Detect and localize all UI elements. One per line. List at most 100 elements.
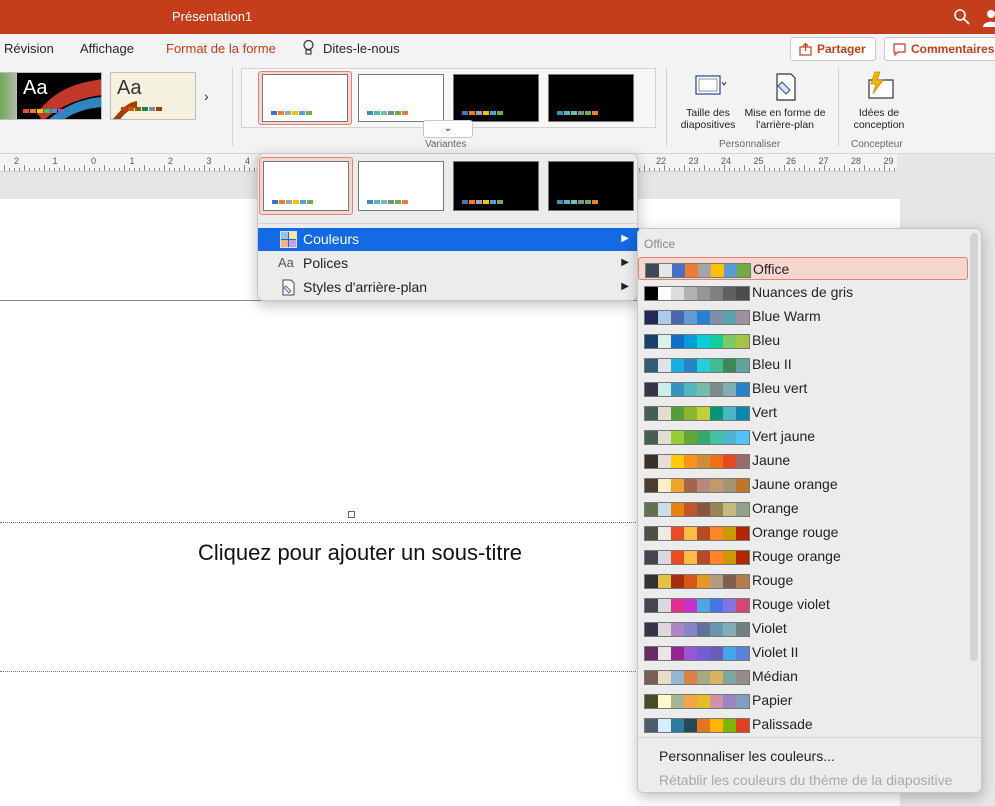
color-scheme-item[interactable]: Vert jaune — [638, 425, 970, 449]
color-swatch — [723, 671, 736, 684]
color-scheme-name: Jaune — [752, 452, 791, 468]
color-scheme-item[interactable]: Médian — [638, 665, 970, 689]
variant-2[interactable] — [358, 74, 444, 122]
color-scheme-item[interactable]: Office — [638, 257, 968, 280]
color-swatch — [736, 527, 749, 540]
color-scheme-item[interactable]: Orange rouge — [638, 521, 970, 545]
variants-more-button[interactable]: ⌄ — [423, 120, 473, 138]
ruler-number: 25 — [753, 156, 764, 166]
share-button[interactable]: Partager — [790, 37, 876, 61]
color-swatch — [684, 551, 697, 564]
color-swatch — [697, 527, 710, 540]
format-background-icon — [776, 73, 796, 101]
search-icon[interactable] — [953, 8, 971, 26]
color-swatch — [697, 407, 710, 420]
account-icon[interactable] — [982, 8, 995, 28]
color-swatch — [645, 455, 658, 468]
tab-affichage[interactable]: Affichage — [80, 41, 134, 56]
color-scheme-name: Rouge — [752, 572, 794, 588]
variant-1[interactable] — [262, 74, 348, 122]
variant-3[interactable] — [453, 74, 539, 122]
slide-size-label: Taille des diapositives — [680, 107, 736, 131]
ruler-tick — [109, 168, 110, 171]
theme-thumbnail-light[interactable]: Aa — [110, 72, 196, 120]
ruler-tick — [694, 168, 695, 171]
color-scheme-item[interactable]: Jaune — [638, 449, 970, 473]
variants-dropdown: Couleurs ▶ Aa Polices ▶ Styles d'arrière… — [257, 153, 639, 301]
design-ideas-icon — [868, 71, 894, 99]
menu-variant-1[interactable] — [263, 161, 349, 211]
color-swatch — [723, 695, 736, 708]
color-scheme-item[interactable]: Bleu II — [638, 353, 970, 377]
menu-item-polices[interactable]: Aa Polices ▶ — [258, 252, 639, 275]
tell-me-field[interactable]: Dites-le-nous — [323, 41, 400, 56]
color-scheme-name: Nuances de gris — [752, 284, 854, 300]
color-scheme-name: Orange rouge — [752, 524, 839, 540]
color-swatch — [710, 359, 723, 372]
menu-item-couleurs[interactable]: Couleurs ▶ — [258, 228, 639, 251]
color-swatch — [723, 455, 736, 468]
color-scheme-item[interactable]: Vert — [638, 401, 970, 425]
color-scheme-name: Vert — [752, 404, 777, 420]
chevron-right-icon[interactable]: › — [204, 88, 209, 104]
color-swatch — [736, 311, 749, 324]
color-scheme-item[interactable]: Violet — [638, 617, 970, 641]
ruler-number: 28 — [851, 156, 862, 166]
color-swatch — [736, 671, 749, 684]
color-swatch — [710, 719, 723, 732]
color-scheme-item[interactable]: Blue Warm — [638, 305, 970, 329]
color-swatch — [710, 551, 723, 564]
ruler-tick — [844, 165, 845, 171]
ruler-tick — [774, 168, 775, 171]
ruler-tick — [799, 168, 800, 171]
theme-thumbnail-dark[interactable]: Aa — [16, 72, 102, 120]
color-scheme-item[interactable]: Papier — [638, 689, 970, 713]
color-scheme-item[interactable]: Jaune orange — [638, 473, 970, 497]
color-swatch — [671, 407, 684, 420]
ruler-tick — [184, 165, 185, 171]
ruler-tick — [659, 168, 660, 171]
color-swatch — [736, 719, 749, 732]
color-swatch — [645, 551, 658, 564]
ruler-tick — [889, 168, 890, 171]
color-scheme-item[interactable]: Orange — [638, 497, 970, 521]
color-scheme-item[interactable]: Palissade — [638, 713, 970, 737]
menu-variant-3[interactable] — [453, 161, 539, 211]
color-scheme-item[interactable]: Bleu — [638, 329, 970, 353]
color-scheme-item[interactable]: Violet II — [638, 641, 970, 665]
menu-variant-2[interactable] — [358, 161, 444, 211]
color-scheme-item[interactable]: Rouge orange — [638, 545, 970, 569]
comments-button[interactable]: Commentaires — [884, 37, 995, 61]
ruler-tick — [754, 168, 755, 171]
tab-format-forme[interactable]: Format de la forme — [166, 41, 276, 56]
submenu-arrow-icon: ▶ — [621, 281, 629, 292]
customize-colors-item[interactable]: Personnaliser les couleurs... — [659, 748, 835, 764]
ruler-tick — [789, 168, 790, 171]
color-swatch-strip — [644, 718, 750, 733]
variant-4[interactable] — [548, 74, 634, 122]
menu-variant-4[interactable] — [548, 161, 634, 211]
tab-revision[interactable]: Révision — [4, 41, 54, 56]
scrollbar[interactable] — [970, 233, 978, 661]
color-scheme-item[interactable]: Bleu vert — [638, 377, 970, 401]
color-swatch — [645, 647, 658, 660]
color-scheme-item[interactable]: Rouge — [638, 569, 970, 593]
format-background-button[interactable]: Mise en forme de l'arrière-plan — [742, 70, 828, 131]
color-scheme-item[interactable]: Nuances de gris — [638, 281, 970, 305]
menu-item-label: Couleurs — [303, 231, 360, 247]
colors-submenu: Office Office Nuances de gris Blue Warm Ble… — [637, 228, 982, 793]
ruler-tick — [784, 165, 785, 171]
design-ideas-button[interactable]: Idées de conception — [846, 70, 912, 131]
color-scheme-name: Rouge orange — [752, 548, 841, 564]
color-swatch — [658, 671, 671, 684]
color-swatch — [684, 671, 697, 684]
reset-theme-colors-item: Rétablir les couleurs du thème de la dia… — [659, 772, 953, 788]
color-swatch — [710, 335, 723, 348]
slide-size-button[interactable]: Taille des diapositives — [676, 70, 740, 131]
subtitle-placeholder[interactable]: Cliquez pour ajouter un sous-titre — [0, 540, 720, 566]
menu-item-styles-arriere-plan[interactable]: Styles d'arrière-plan ▶ — [258, 276, 639, 299]
color-scheme-item[interactable]: Rouge violet — [638, 593, 970, 617]
background-styles-icon — [282, 279, 295, 296]
resize-handle[interactable] — [348, 511, 355, 518]
ruler-tick — [874, 168, 875, 171]
